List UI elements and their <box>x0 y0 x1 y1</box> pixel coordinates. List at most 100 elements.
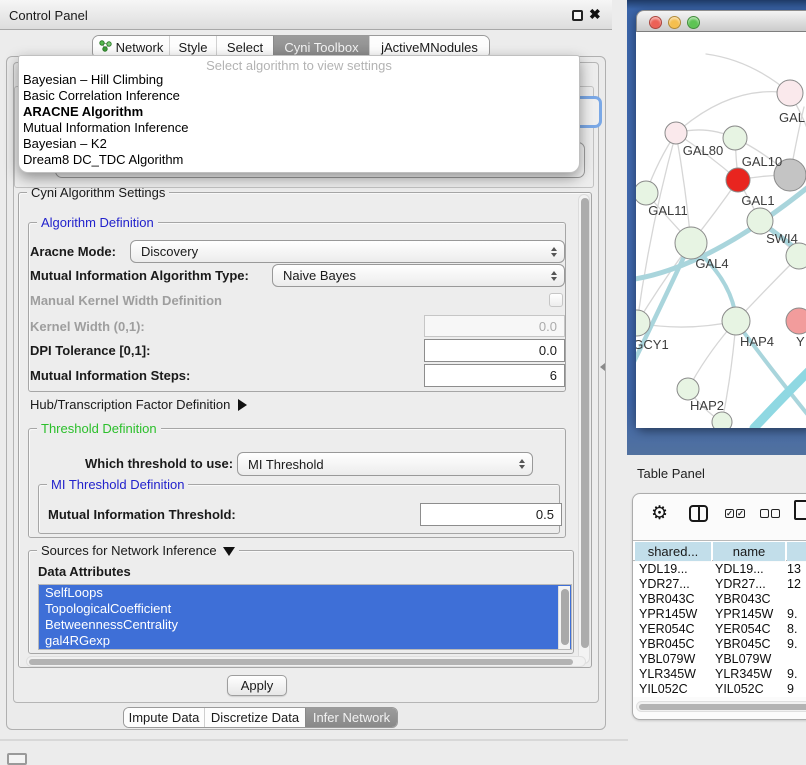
table-row[interactable]: YDR27...YDR27...12 <box>633 577 806 592</box>
network-node-top-pink[interactable] <box>777 80 803 106</box>
hub-definition-toggle[interactable]: Hub/Transcription Factor Definition <box>30 397 247 412</box>
tab-discretize-data[interactable]: Discretize Data <box>204 708 305 727</box>
splitpane-collapse-icon[interactable] <box>600 363 605 371</box>
which-threshold-combo[interactable]: MI Threshold <box>237 452 533 476</box>
tab-infer-network[interactable]: Infer Network <box>305 708 397 727</box>
export-table-icon[interactable] <box>794 500 806 520</box>
attribute-item-topologicalcoefficient[interactable]: TopologicalCoefficient <box>39 601 571 617</box>
gear-icon[interactable]: ⚙ <box>651 502 668 525</box>
network-edge[interactable] <box>706 54 790 93</box>
network-node-gal80[interactable] <box>665 122 687 144</box>
attributes-scrollbar-thumb[interactable] <box>561 589 569 645</box>
table-row[interactable]: YPR145WYPR145W9. <box>633 607 806 622</box>
network-icon <box>99 40 112 55</box>
column-layout-icon[interactable] <box>689 505 708 522</box>
table-row[interactable]: YBR043CYBR043C <box>633 592 806 607</box>
table-cell: 9 <box>787 682 806 697</box>
table-cell: YER054C <box>639 622 711 637</box>
algorithm-option-basic-correlation-inference[interactable]: Basic Correlation Inference <box>19 88 579 104</box>
data-attributes-list[interactable]: SelfLoopsTopologicalCoefficientBetweenne… <box>38 584 572 650</box>
deselect-all-checkboxes-icon[interactable] <box>760 509 780 518</box>
mi-threshold-field[interactable]: 0.5 <box>420 503 562 526</box>
triangle-down-icon[interactable] <box>223 547 235 556</box>
sources-title-text: Sources for Network Inference <box>41 543 217 558</box>
network-edge[interactable] <box>754 366 806 428</box>
network-edge[interactable] <box>636 246 689 374</box>
settings-vertical-scrollbar[interactable] <box>578 194 590 664</box>
table-row[interactable]: YDL19...YDL19...13 <box>633 562 806 577</box>
mi-steps-field[interactable]: 6 <box>424 364 565 387</box>
control-panel-titlebar: Control Panel ✖ <box>0 0 612 30</box>
network-node-gal10[interactable] <box>723 126 747 150</box>
select-all-checkboxes-icon[interactable]: ✓✓ <box>725 509 745 518</box>
algorithm-definition-title: Algorithm Definition <box>37 215 158 230</box>
tab-label: jActiveMNodules <box>381 40 478 55</box>
minimize-traffic-light-icon[interactable] <box>668 16 681 29</box>
node-label-gal: GAL <box>779 110 805 125</box>
stepper-arrows-icon <box>551 271 557 281</box>
algorithm-option-mutual-information-inference[interactable]: Mutual Information Inference <box>19 120 579 136</box>
column-header-name[interactable]: name <box>713 542 786 561</box>
table-row[interactable]: YBR045CYBR045C9. <box>633 637 806 652</box>
partial-panel-icon[interactable] <box>7 753 27 765</box>
table-cell: 9. <box>787 637 806 652</box>
settings-scrollbar-thumb[interactable] <box>581 198 589 648</box>
table-hscroll-thumb[interactable] <box>639 704 806 711</box>
network-node-gal11[interactable] <box>636 181 658 205</box>
manual-kernel-checkbox[interactable] <box>549 293 563 307</box>
kernel-width-field[interactable]: 0.0 <box>424 315 565 337</box>
table-row[interactable]: YLR345WYLR345W9. <box>633 667 806 682</box>
threshold-definition-title: Threshold Definition <box>37 421 161 436</box>
sources-group-title: Sources for Network Inference <box>37 543 239 558</box>
network-node-hap4[interactable] <box>722 307 750 335</box>
table-cell: YBR043C <box>715 592 785 607</box>
network-graph[interactable]: GALGAL80GAL10GAL1GAL11SWI4GAL4GCY1HAP4YH… <box>636 32 806 428</box>
attribute-item-gal4rgexp[interactable]: gal4RGexp <box>39 633 571 649</box>
network-node-hap2[interactable] <box>677 378 699 400</box>
network-window[interactable]: GALGAL80GAL10GAL1GAL11SWI4GAL4GCY1HAP4YH… <box>636 10 806 428</box>
aracne-mode-combo[interactable]: Discovery <box>130 240 565 263</box>
table-row[interactable]: YIL052CYIL052C9 <box>633 682 806 697</box>
zoom-traffic-light-icon[interactable] <box>687 16 700 29</box>
close-icon[interactable]: ✖ <box>589 6 601 23</box>
apply-button[interactable]: Apply <box>227 675 287 696</box>
network-node-gal4[interactable] <box>675 227 707 259</box>
tab-impute-data[interactable]: Impute Data <box>124 708 204 727</box>
mi-type-combo[interactable]: Naive Bayes <box>272 264 565 287</box>
table-cell: YIL052C <box>715 682 785 697</box>
tab-label: Select <box>227 40 263 55</box>
column-header-shared-[interactable]: shared... <box>635 542 712 561</box>
table-cell <box>787 592 806 607</box>
float-window-icon[interactable] <box>572 10 583 21</box>
network-canvas[interactable]: GALGAL80GAL10GAL1GAL11SWI4GAL4GCY1HAP4YH… <box>636 32 806 428</box>
algorithm-option-aracne-algorithm[interactable]: ARACNE Algorithm <box>19 104 579 120</box>
hub-definition-label: Hub/Transcription Factor Definition <box>30 397 230 412</box>
table-cell: YIL052C <box>639 682 711 697</box>
data-attributes-label: Data Attributes <box>38 564 131 579</box>
network-window-titlebar[interactable] <box>636 10 806 32</box>
attribute-item-betweennesscentrality[interactable]: BetweennessCentrality <box>39 617 571 633</box>
network-node-bottom-node[interactable] <box>712 412 732 428</box>
table-horizontal-scrollbar[interactable] <box>636 701 806 712</box>
algorithm-option-bayesian-k2[interactable]: Bayesian – K2 <box>19 136 579 152</box>
tab-label: Network <box>116 40 164 55</box>
network-node-red-node[interactable] <box>726 168 750 192</box>
network-edge[interactable] <box>722 321 736 422</box>
which-threshold-value: MI Threshold <box>248 457 324 472</box>
close-traffic-light-icon[interactable] <box>649 16 662 29</box>
table-row[interactable]: YER054CYER054C8. <box>633 622 806 637</box>
column-header-a[interactable]: A <box>787 542 806 561</box>
network-node-salmon-node[interactable] <box>786 308 806 334</box>
table-cell: YPR145W <box>715 607 785 622</box>
settings-hscroll-thumb[interactable] <box>29 659 573 666</box>
attribute-item-selfloops[interactable]: SelfLoops <box>39 585 571 601</box>
attributes-scrollbar[interactable] <box>558 586 570 650</box>
settings-horizontal-scrollbar[interactable] <box>26 656 586 667</box>
node-label-swi4: SWI4 <box>766 231 798 246</box>
dpi-tolerance-field[interactable]: 0.0 <box>424 339 565 362</box>
table-row[interactable]: YBL079WYBL079W <box>633 652 806 667</box>
network-edge[interactable] <box>637 133 676 323</box>
algorithm-option-dream8-dc-tdc-algorithm[interactable]: Dream8 DC_TDC Algorithm <box>19 152 579 168</box>
mi-type-value: Naive Bayes <box>283 268 356 283</box>
algorithm-option-bayesian-hill-climbing[interactable]: Bayesian – Hill Climbing <box>19 72 579 88</box>
